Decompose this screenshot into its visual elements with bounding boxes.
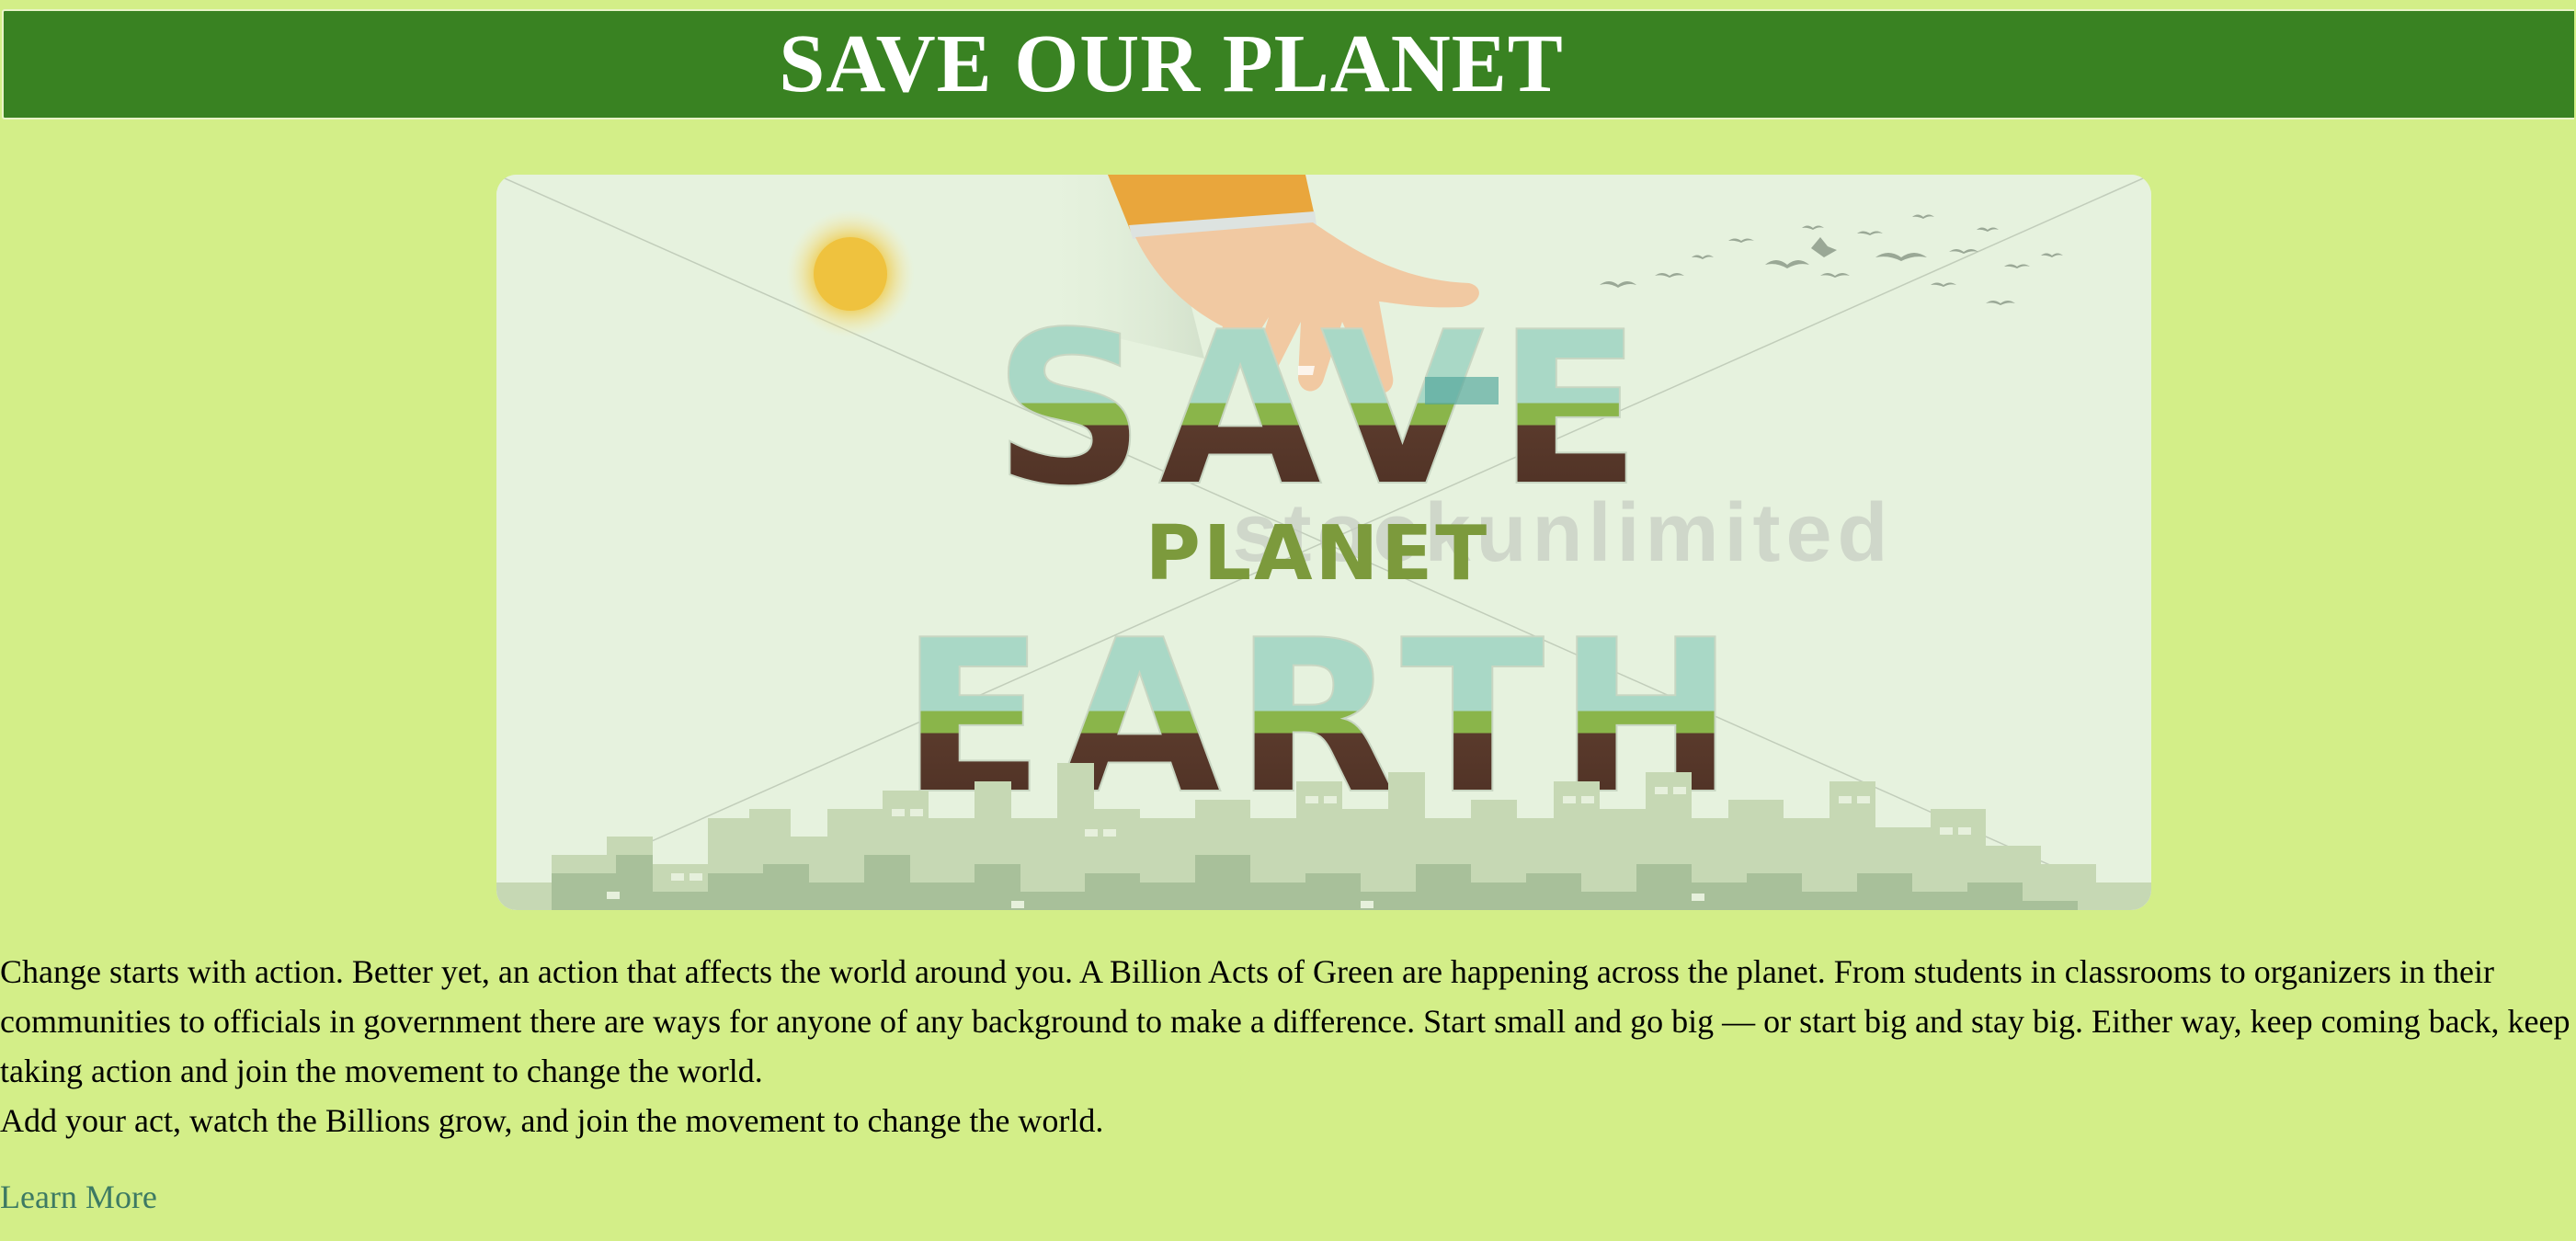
header-banner: SAVE OUR PLANET [2,9,2574,120]
page: SAVE OUR PLANET stockunlimited SAVE PLAN… [0,0,2576,1241]
hero-line-save: SAVE [993,288,1654,533]
page-title: SAVE OUR PLANET [779,18,1564,109]
call-to-action-paragraph: Add your act, watch the Billions grow, a… [0,1102,1104,1139]
intro-paragraph: Change starts with action. Better yet, a… [0,953,2570,1089]
save-planet-earth-illustration: stockunlimited SAVE PLANET EARTH [496,175,2151,910]
hero-image: stockunlimited SAVE PLANET EARTH [496,175,2151,910]
sun-icon [786,210,915,338]
learn-more-link[interactable]: Learn More [0,1175,157,1219]
article-body: Change starts with action. Better yet, a… [0,947,2574,1145]
hero-line-planet: PLANET [1146,510,1489,598]
